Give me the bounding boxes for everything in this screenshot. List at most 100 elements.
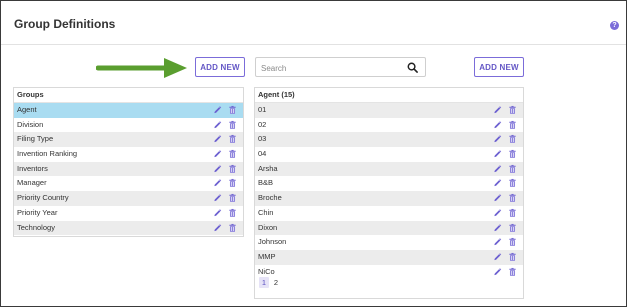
- pencil-icon[interactable]: [493, 178, 502, 188]
- pencil-icon[interactable]: [493, 193, 502, 203]
- agent-list: 01 02 03 04 Arsha B&B Broche Chin Dixon Johnson MM…: [255, 103, 523, 279]
- trash-icon[interactable]: [508, 237, 517, 247]
- list-item[interactable]: Johnson: [255, 235, 523, 250]
- trash-icon[interactable]: [508, 164, 517, 174]
- trash-icon[interactable]: [228, 223, 237, 233]
- row-actions: [487, 134, 517, 144]
- list-item-label: Johnson: [258, 237, 287, 247]
- list-item[interactable]: NiCo: [255, 265, 523, 280]
- trash-icon[interactable]: [228, 120, 237, 130]
- list-item-label: Manager: [17, 178, 47, 188]
- list-item[interactable]: Arsha: [255, 161, 523, 177]
- pencil-icon[interactable]: [493, 134, 502, 144]
- page-button[interactable]: 1: [259, 277, 269, 288]
- pencil-icon[interactable]: [493, 267, 502, 277]
- page-button[interactable]: 2: [271, 277, 281, 288]
- list-item-label: Division: [17, 119, 44, 129]
- list-item-label: Dixon: [258, 222, 278, 232]
- list-item-label: Broche: [258, 193, 282, 203]
- row-actions: [487, 267, 517, 277]
- pencil-icon[interactable]: [213, 149, 222, 159]
- pencil-icon[interactable]: [493, 223, 502, 233]
- pencil-icon[interactable]: [493, 105, 502, 115]
- list-item[interactable]: Filing Type: [14, 132, 243, 148]
- trash-icon[interactable]: [508, 208, 517, 218]
- list-item-label: Technology: [17, 222, 55, 232]
- pencil-icon[interactable]: [213, 134, 222, 144]
- trash-icon[interactable]: [508, 105, 517, 115]
- list-item[interactable]: 02: [255, 118, 523, 133]
- list-item[interactable]: Broche: [255, 191, 523, 206]
- trash-icon[interactable]: [508, 267, 517, 277]
- list-item[interactable]: 01: [255, 103, 523, 118]
- list-item[interactable]: Invention Ranking: [14, 147, 243, 162]
- trash-icon[interactable]: [508, 149, 517, 159]
- list-item[interactable]: Manager: [14, 176, 243, 191]
- agent-add-new-button[interactable]: ADD NEW: [474, 57, 524, 77]
- trash-icon[interactable]: [228, 208, 237, 218]
- row-actions: [207, 193, 237, 203]
- row-actions: [487, 120, 517, 130]
- row-actions: [207, 223, 237, 233]
- row-actions: [487, 252, 517, 262]
- pencil-icon[interactable]: [213, 164, 222, 174]
- trash-icon[interactable]: [228, 178, 237, 188]
- trash-icon[interactable]: [508, 134, 517, 144]
- search-input[interactable]: [259, 60, 403, 76]
- search-icon[interactable]: [407, 62, 418, 73]
- row-actions: [207, 105, 237, 115]
- trash-icon[interactable]: [508, 252, 517, 262]
- row-actions: [207, 164, 237, 174]
- pencil-icon[interactable]: [493, 252, 502, 262]
- row-actions: [487, 164, 517, 174]
- list-item[interactable]: Agent: [14, 103, 243, 118]
- list-item[interactable]: Division: [14, 118, 243, 133]
- trash-icon[interactable]: [508, 120, 517, 130]
- groups-add-new-button[interactable]: ADD NEW: [195, 57, 245, 77]
- list-item-label: Chin: [258, 207, 274, 217]
- trash-icon[interactable]: [228, 134, 237, 144]
- pencil-icon[interactable]: [493, 237, 502, 247]
- list-item[interactable]: B&B: [255, 176, 523, 191]
- pencil-icon[interactable]: [493, 149, 502, 159]
- list-item[interactable]: Priority Country: [14, 191, 243, 206]
- help-icon[interactable]: ?: [610, 21, 619, 30]
- pencil-icon[interactable]: [213, 193, 222, 203]
- pencil-icon[interactable]: [213, 178, 222, 188]
- groups-list: Agent Division Filing Type Invention Rankin…: [14, 103, 243, 236]
- list-item-label: Arsha: [258, 163, 278, 173]
- search-box: [255, 57, 426, 77]
- trash-icon[interactable]: [508, 193, 517, 203]
- list-item-label: 02: [258, 119, 267, 129]
- list-item[interactable]: Dixon: [255, 220, 523, 236]
- agent-panel-title: Agent (15): [255, 88, 523, 103]
- pencil-icon[interactable]: [493, 120, 502, 130]
- pencil-icon[interactable]: [493, 208, 502, 218]
- pencil-icon[interactable]: [213, 120, 222, 130]
- list-item[interactable]: 04: [255, 147, 523, 162]
- pencil-icon[interactable]: [213, 105, 222, 115]
- trash-icon[interactable]: [508, 223, 517, 233]
- list-item-label: B&B: [258, 178, 274, 188]
- page-title: Group Definitions: [14, 17, 116, 31]
- list-item[interactable]: Technology: [14, 220, 243, 236]
- trash-icon[interactable]: [228, 105, 237, 115]
- row-actions: [487, 223, 517, 233]
- trash-icon[interactable]: [508, 178, 517, 188]
- trash-icon[interactable]: [228, 149, 237, 159]
- trash-icon[interactable]: [228, 164, 237, 174]
- agent-panel: Agent (15) 01 02 03 04 Arsha B&B Broche Chin Dix…: [254, 87, 524, 299]
- row-actions: [487, 149, 517, 159]
- trash-icon[interactable]: [228, 193, 237, 203]
- list-item-label: Priority Year: [17, 207, 58, 217]
- list-item[interactable]: Chin: [255, 206, 523, 221]
- list-item[interactable]: Inventors: [14, 161, 243, 177]
- page-header: Group Definitions ?: [1, 1, 626, 45]
- pencil-icon[interactable]: [213, 208, 222, 218]
- pencil-icon[interactable]: [213, 223, 222, 233]
- list-item[interactable]: 03: [255, 132, 523, 148]
- list-item-label: Filing Type: [17, 134, 54, 144]
- list-item[interactable]: Priority Year: [14, 206, 243, 221]
- list-item[interactable]: MMP: [255, 249, 523, 265]
- pencil-icon[interactable]: [493, 164, 502, 174]
